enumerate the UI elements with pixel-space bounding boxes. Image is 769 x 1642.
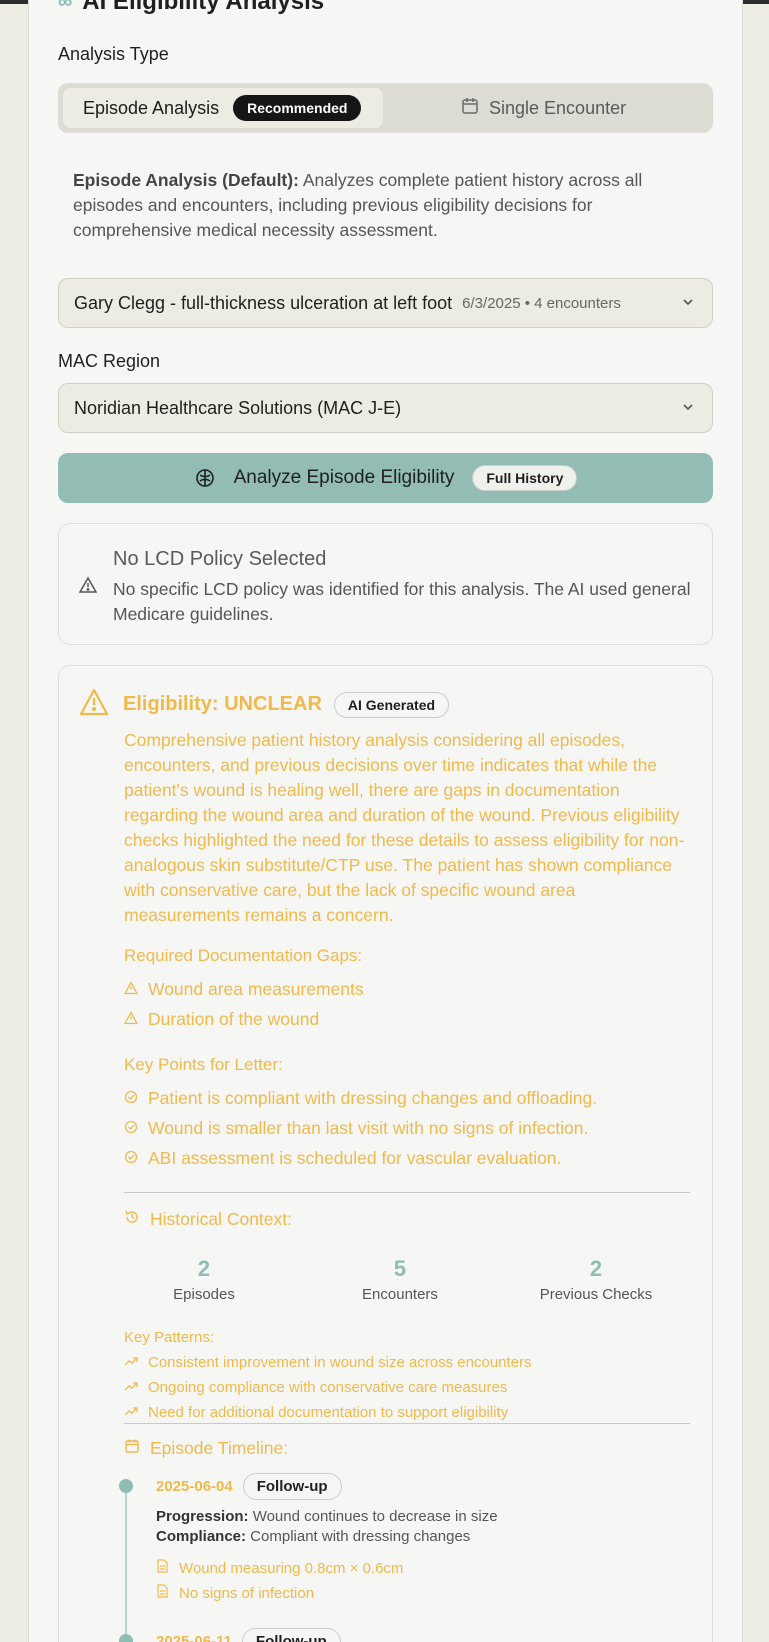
divider <box>124 1192 690 1193</box>
episode-analysis-option[interactable]: Episode Analysis Recommended <box>63 88 383 128</box>
gap-item: Wound area measurements <box>123 979 364 1000</box>
timeline-note: Wound measuring 0.8cm × 0.6cm <box>156 1559 403 1577</box>
stat-episodes: 2 Episodes <box>173 1256 235 1303</box>
timeline-progression: Progression: Wound continues to decrease… <box>156 1508 498 1525</box>
trending-up-icon <box>124 1379 138 1396</box>
full-history-badge: Full History <box>472 465 578 491</box>
pattern-item: Consistent improvement in wound size acr… <box>124 1354 532 1371</box>
trending-up-icon <box>124 1404 138 1421</box>
document-icon <box>156 1559 169 1577</box>
calendar-icon <box>124 1438 140 1459</box>
analysis-description: Episode Analysis (Default): Analyzes com… <box>73 170 643 240</box>
gaps-title: Required Documentation Gaps: <box>124 946 363 965</box>
calendar-icon <box>461 97 479 120</box>
eligibility-header: Eligibility: UNCLEAR AI Generated <box>79 688 450 721</box>
timeline-entry-header: 2025-06-11 Follow-up <box>156 1628 341 1642</box>
pattern-item: Need for additional documentation to sup… <box>124 1404 508 1421</box>
follow-up-badge: Follow-up <box>241 1628 341 1642</box>
key-point-item: Patient is compliant with dressing chang… <box>124 1088 597 1109</box>
stat-previous-checks: 2 Previous Checks <box>539 1256 653 1303</box>
trending-up-icon <box>124 1354 138 1371</box>
key-patterns-title: Key Patterns: <box>124 1329 215 1346</box>
analysis-type-label: Analysis Type <box>58 44 169 64</box>
lcd-body: No specific LCD policy was identified fo… <box>113 579 691 624</box>
timeline-line <box>125 1486 127 1636</box>
document-icon <box>156 1584 169 1602</box>
timeline-dot <box>119 1634 133 1642</box>
chevron-down-icon <box>680 294 696 315</box>
key-point-item: ABI assessment is scheduled for vascular… <box>124 1148 561 1169</box>
eligibility-result: Eligibility: UNCLEAR AI Generated Compre… <box>58 665 713 1642</box>
warning-icon <box>78 576 98 599</box>
lcd-title: No LCD Policy Selected <box>113 548 327 570</box>
history-icon <box>124 1209 140 1230</box>
check-circle-icon <box>124 1088 138 1109</box>
check-circle-icon <box>124 1148 138 1169</box>
single-encounter-option[interactable]: Single Encounter <box>461 88 626 128</box>
warning-icon <box>79 688 109 721</box>
page-title: ∞ AI Eligibility Analysis <box>58 0 324 16</box>
analyze-episode-button[interactable]: Analyze Episode Eligibility Full History <box>58 453 713 503</box>
mac-region-select[interactable]: Noridian Healthcare Solutions (MAC J-E) <box>58 383 713 433</box>
timeline-note: No signs of infection <box>156 1584 314 1602</box>
timeline-compliance: Compliance: Compliant with dressing chan… <box>156 1528 471 1545</box>
key-point-item: Wound is smaller than last visit with no… <box>124 1118 588 1139</box>
follow-up-badge: Follow-up <box>242 1473 342 1500</box>
ai-generated-badge: AI Generated <box>333 691 450 718</box>
eligibility-summary: Comprehensive patient history analysis c… <box>124 730 685 925</box>
gap-item: Duration of the wound <box>123 1009 319 1030</box>
warning-icon <box>123 979 139 1000</box>
mac-region-label: MAC Region <box>58 351 161 371</box>
lcd-notice: No LCD Policy Selected No specific LCD p… <box>58 523 713 645</box>
historical-context-title: Historical Context: <box>124 1209 292 1230</box>
pattern-item: Ongoing compliance with conservative car… <box>124 1379 507 1396</box>
key-points-title: Key Points for Letter: <box>124 1055 283 1074</box>
chevron-down-icon <box>680 399 696 420</box>
episode-timeline-title: Episode Timeline: <box>124 1438 288 1459</box>
eligibility-title: Eligibility: UNCLEAR <box>123 693 322 715</box>
recommended-badge: Recommended <box>233 95 362 121</box>
brain-icon <box>194 467 216 489</box>
episode-select[interactable]: Gary Clegg - full-thickness ulceration a… <box>58 278 713 328</box>
check-circle-icon <box>124 1118 138 1139</box>
analysis-type-toggle: Episode Analysis Recommended Single Enco… <box>58 83 713 133</box>
timeline-dot <box>119 1479 133 1493</box>
timeline-entry-header: 2025-06-04 Follow-up <box>156 1473 342 1500</box>
warning-icon <box>123 1009 139 1030</box>
brain-icon: ∞ <box>58 0 73 13</box>
stat-encounters: 5 Encounters <box>362 1256 438 1303</box>
divider <box>124 1423 690 1424</box>
